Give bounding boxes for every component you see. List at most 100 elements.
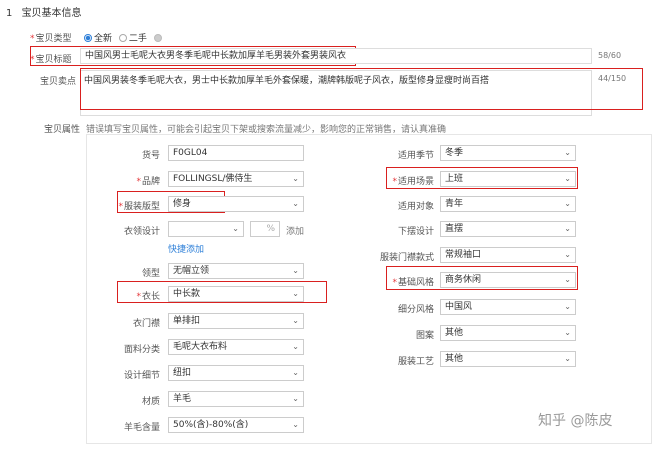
field-label-yimenjin: 衣门襟 [100, 316, 160, 329]
required-mark: * [392, 177, 397, 187]
label-text: 货号 [141, 151, 160, 161]
radio-other [153, 34, 162, 42]
chevron-down-icon: ⌄ [564, 354, 571, 363]
field-label-xijie: 设计细节 [100, 368, 160, 381]
tuan-select[interactable]: 其他 ⌄ [440, 325, 576, 341]
chevron-down-icon: ⌄ [292, 394, 299, 403]
lingxing-select[interactable]: 无帽立领 ⌄ [168, 263, 304, 279]
select-value: 商务休闲 [445, 275, 482, 285]
yangmao-select[interactable]: 50%(含)-80%(含) ⌄ [168, 417, 304, 433]
mianliao-select[interactable]: 毛呢大衣布料 ⌄ [168, 339, 304, 355]
radio-new[interactable] [84, 34, 92, 42]
required-mark: * [136, 177, 141, 187]
xijie-select[interactable]: 纽扣 ⌄ [168, 365, 304, 381]
field-label-mianliao: 面料分类 [100, 342, 160, 355]
section-number: 1 [6, 8, 13, 19]
label-text: 领型 [141, 269, 160, 279]
chevron-down-icon: ⌄ [232, 224, 239, 233]
duixiang-select[interactable]: 青年 ⌄ [440, 196, 576, 212]
pinpai-select[interactable]: FOLLINGSL/佛侍生 ⌄ [168, 171, 304, 187]
field-label-yangmao: 羊毛含量 [100, 420, 160, 433]
gongyi-select[interactable]: 其他 ⌄ [440, 351, 576, 367]
chevron-down-icon: ⌄ [564, 275, 571, 284]
label-text: 图案 [415, 331, 434, 341]
field-label-caizhi: 材质 [100, 394, 160, 407]
required-mark: * [392, 278, 397, 288]
select-value: 常规袖口 [445, 250, 482, 260]
chevron-down-icon: ⌄ [292, 199, 299, 208]
collar-select[interactable]: ⌄ [168, 221, 244, 237]
chevron-down-icon: ⌄ [564, 224, 571, 233]
chevron-down-icon: ⌄ [292, 174, 299, 183]
chevron-down-icon: ⌄ [292, 342, 299, 351]
selling-label: 宝贝卖点 [40, 77, 77, 87]
select-value: 羊毛 [173, 394, 192, 404]
add-link[interactable]: 添加 [286, 224, 304, 237]
quick-add-link[interactable]: 快捷添加 [168, 242, 204, 255]
select-value: 无帽立领 [173, 266, 210, 276]
field-label-duixiang: 适用对象 [370, 199, 434, 212]
fengge-select[interactable]: 商务休闲 ⌄ [440, 272, 576, 288]
field-label-tuan: 图案 [370, 328, 434, 341]
field-label-huohao: 货号 [100, 148, 160, 161]
title-counter: 58/60 [598, 51, 622, 60]
select-value: 冬季 [445, 148, 464, 158]
title-input[interactable]: 中国风男士毛呢大衣男冬季毛呢中长款加厚羊毛男装外套男装风衣 [80, 48, 592, 64]
label-text: 面料分类 [123, 345, 160, 355]
label-text: 细分风格 [397, 305, 434, 315]
selling-counter: 44/150 [598, 74, 627, 83]
section-title-text: 宝贝基本信息 [21, 8, 82, 19]
chevron-down-icon: ⌄ [292, 289, 299, 298]
label-text: 适用季节 [397, 151, 434, 161]
label-text: 基础风格 [397, 278, 434, 288]
xiabai-select[interactable]: 直摆 ⌄ [440, 221, 576, 237]
changjing-select[interactable]: 上班 ⌄ [440, 171, 576, 187]
field-label-fukou: 服装门襟款式 [362, 250, 434, 263]
attr-label: 宝贝属性 [44, 125, 81, 135]
chevron-down-icon: ⌄ [292, 266, 299, 275]
yimenjin-select[interactable]: 单排扣 ⌄ [168, 313, 304, 329]
chevron-down-icon: ⌄ [292, 368, 299, 377]
percent-input[interactable]: % [250, 221, 280, 237]
xifen-select[interactable]: 中国风 ⌄ [440, 299, 576, 315]
label-text: 服装工艺 [397, 357, 434, 367]
label-text: 服装版型 [123, 202, 160, 212]
yichang-select[interactable]: 中长款 ⌄ [168, 286, 304, 302]
section-title: 1 宝贝基本信息 [6, 4, 82, 19]
chevron-down-icon: ⌄ [564, 174, 571, 183]
fukou-select[interactable]: 常规袖口 ⌄ [440, 247, 576, 263]
required-mark: * [136, 292, 141, 302]
select-value: 修身 [173, 199, 192, 209]
field-label-collar: 衣领设计 [100, 224, 160, 237]
chevron-down-icon: ⌄ [564, 199, 571, 208]
label-text: 适用场景 [397, 177, 434, 187]
jijie-select[interactable]: 冬季 ⌄ [440, 145, 576, 161]
field-label-xiabai: 下摆设计 [370, 224, 434, 237]
label-text: 材质 [141, 397, 160, 407]
label-text: 衣门襟 [132, 319, 160, 329]
chevron-down-icon: ⌄ [564, 302, 571, 311]
select-value: 其他 [445, 328, 464, 338]
huohao-input[interactable]: F0GL04 [168, 145, 304, 161]
selling-text: 中国风男装冬季毛呢大衣，男士中长款加厚羊毛外套保暖，潮牌韩版呢子风衣，版型修身显… [84, 76, 490, 86]
select-value: 纽扣 [173, 368, 192, 378]
field-label-xifen: 细分风格 [370, 302, 434, 315]
banxing-select[interactable]: 修身 ⌄ [168, 196, 304, 212]
field-label-yichang: *衣长 [100, 289, 160, 302]
radio-used[interactable] [118, 34, 127, 42]
field-label-fengge: *基础风格 [370, 275, 434, 288]
select-value: 毛呢大衣布料 [173, 342, 228, 352]
label-text: 衣领设计 [123, 227, 160, 237]
type-options: 全新 二手 [80, 31, 164, 44]
select-value: 青年 [445, 199, 464, 209]
caizhi-select[interactable]: 羊毛 ⌄ [168, 391, 304, 407]
label-text: 适用对象 [397, 202, 434, 212]
percent-placeholder: % [266, 224, 275, 234]
field-label-changjing: *适用场景 [370, 174, 434, 187]
chevron-down-icon: ⌄ [564, 250, 571, 259]
select-value: 中长款 [173, 289, 201, 299]
title-input-value: 中国风男士毛呢大衣男冬季毛呢中长款加厚羊毛男装外套男装风衣 [85, 51, 347, 61]
chevron-down-icon: ⌄ [564, 328, 571, 337]
chevron-down-icon: ⌄ [564, 148, 571, 157]
select-value: 单排扣 [173, 316, 201, 326]
